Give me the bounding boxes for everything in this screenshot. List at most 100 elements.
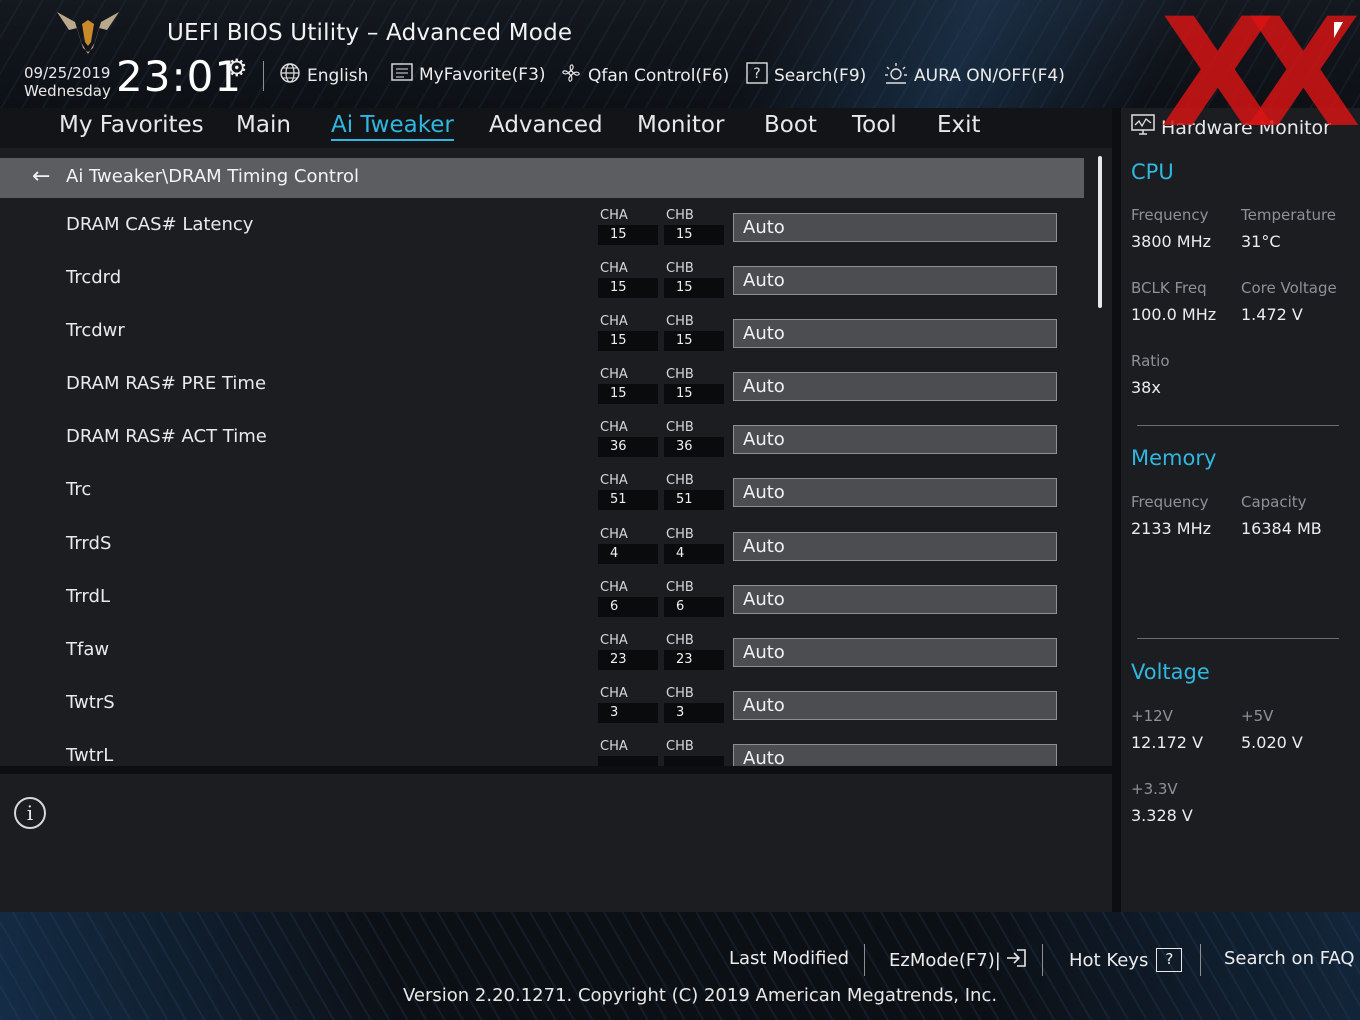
tab-main[interactable]: Main (236, 112, 291, 138)
channel-b-value: 51 (664, 490, 724, 511)
setting-row: TrrdS CHA 4 CHB 4 Auto (0, 519, 1100, 572)
hardware-monitor-panel: Hardware Monitor CPU Frequency Temperatu… (1121, 108, 1360, 912)
setting-value-field[interactable]: Auto (733, 372, 1057, 402)
channel-a-readout: CHA 51 (598, 473, 658, 513)
clock: 23:01 (116, 52, 243, 101)
setting-value-field[interactable]: Auto (733, 531, 1057, 561)
channel-b-readout: CHB 6 (664, 580, 724, 620)
version-text: Version 2.20.1271. Copyright (C) 2019 Am… (403, 985, 998, 1006)
tab-tool[interactable]: Tool (852, 112, 897, 138)
mouse-cursor-icon (1334, 22, 1343, 38)
language-button[interactable]: English (279, 62, 368, 89)
channel-b-value: 15 (664, 384, 724, 405)
channel-a-label: CHA (600, 367, 628, 383)
setting-value-field[interactable]: Auto (733, 637, 1057, 667)
search-faq-label: Search on FAQ (1224, 948, 1355, 969)
v5-label: +5V (1241, 707, 1274, 725)
tab-advanced[interactable]: Advanced (489, 112, 603, 138)
setting-value-field[interactable]: Auto (733, 213, 1057, 242)
myfavorite-button[interactable]: MyFavorite(F3) (391, 62, 546, 87)
search-faq-button[interactable]: Search on FAQ (1224, 948, 1355, 969)
channel-a-value: 51 (598, 490, 658, 511)
v33-value: 3.328 V (1131, 806, 1193, 825)
channel-b-value: 15 (664, 331, 724, 352)
setting-value-field[interactable]: Auto (733, 743, 1057, 766)
setting-label: Tfaw (66, 638, 110, 660)
ezmode-button[interactable]: EzMode(F7)| (889, 948, 1027, 973)
setting-value-field[interactable]: Auto (733, 584, 1057, 614)
channel-a-label: CHA (600, 208, 628, 223)
ratio-value: 38x (1131, 378, 1161, 397)
last-modified-label: Last Modified (729, 948, 850, 969)
setting-value-field[interactable]: Auto (733, 319, 1057, 349)
gear-icon[interactable]: ⚙ (226, 54, 248, 82)
hot-keys-button[interactable]: Hot Keys ? (1069, 948, 1183, 972)
channel-a-readout: CHA (598, 739, 658, 766)
channel-b-readout: CHB 36 (664, 420, 724, 460)
voltage-heading: Voltage (1131, 660, 1210, 684)
channel-b-label: CHB (666, 420, 694, 436)
footer-bar: Last Modified EzMode(F7)| Hot Keys ? Sea… (0, 912, 1360, 1020)
channel-a-label: CHA (600, 579, 628, 595)
setting-label: TwtrS (66, 691, 115, 713)
channel-b-readout: CHB (664, 739, 724, 766)
language-label: English (307, 65, 369, 86)
bclk-label: BCLK Freq (1131, 279, 1207, 297)
svg-text:?: ? (753, 66, 760, 82)
channel-a-value: 36 (598, 437, 658, 458)
header-divider (263, 61, 264, 91)
setting-label: TrrdL (66, 585, 110, 607)
back-arrow-icon[interactable]: ← (32, 164, 50, 189)
setting-value-field[interactable]: Auto (733, 478, 1057, 508)
tab-exit[interactable]: Exit (937, 112, 981, 138)
memory-heading: Memory (1131, 446, 1217, 470)
tab-my-favorites[interactable]: My Favorites (59, 112, 204, 138)
tab-monitor[interactable]: Monitor (637, 112, 724, 138)
setting-label: Trcdrd (66, 267, 122, 289)
tab-boot[interactable]: Boot (764, 112, 817, 138)
v33-label: +3.3V (1131, 780, 1178, 798)
tuf-logo (57, 12, 119, 54)
channel-a-readout: CHA 15 (598, 367, 658, 407)
qfan-control-button[interactable]: Qfan Control(F6) (560, 62, 729, 89)
footer-divider (1042, 944, 1043, 976)
setting-value-field[interactable]: Auto (733, 425, 1057, 455)
channel-a-value: 15 (598, 278, 658, 299)
channel-b-value: 15 (664, 278, 724, 299)
setting-row: DRAM CAS# Latency CHA 15 CHB 15 Auto (0, 200, 1100, 253)
search-button[interactable]: ? Search(F9) (746, 62, 866, 89)
setting-value-field[interactable]: Auto (733, 690, 1057, 720)
core-voltage-value: 1.472 V (1241, 305, 1303, 324)
channel-a-label: CHA (600, 632, 628, 648)
channel-b-value: 23 (664, 649, 724, 670)
channel-a-readout: CHA 15 (598, 261, 658, 301)
channel-b-label: CHB (666, 473, 694, 489)
qfan-label: Qfan Control(F6) (588, 65, 730, 86)
channel-b-readout: CHB 15 (664, 367, 724, 407)
setting-row: DRAM RAS# PRE Time CHA 15 CHB 15 Auto (0, 359, 1100, 412)
channel-a-value (598, 755, 658, 766)
channel-b-value: 3 (664, 702, 724, 723)
channel-a-readout: CHA 15 (598, 208, 658, 248)
channel-a-value: 15 (598, 331, 658, 352)
tab-ai-tweaker[interactable]: Ai Tweaker (331, 112, 454, 141)
channel-a-label: CHA (600, 738, 628, 754)
setting-value-field[interactable]: Auto (733, 266, 1057, 296)
v5-value: 5.020 V (1241, 733, 1303, 752)
cpu-heading: CPU (1131, 160, 1174, 184)
aura-toggle-button[interactable]: AURA ON/OFF(F4) (884, 62, 1065, 89)
channel-b-value: 6 (664, 596, 724, 617)
section-divider (1137, 638, 1339, 639)
favorite-list-icon (391, 62, 413, 87)
channel-a-value: 15 (598, 384, 658, 405)
search-label: Search(F9) (774, 65, 867, 86)
main-nav: My Favorites Main Ai Tweaker Advanced Mo… (0, 108, 1112, 148)
date-display: 09/25/2019 Wednesday (24, 64, 111, 100)
last-modified-button[interactable]: Last Modified (729, 948, 849, 969)
channel-a-label: CHA (600, 314, 628, 330)
search-help-icon: ? (746, 62, 768, 89)
setting-row: DRAM RAS# ACT Time CHA 36 CHB 36 Auto (0, 412, 1100, 465)
exit-arrow-icon (1005, 948, 1027, 973)
fan-icon (560, 62, 582, 89)
setting-label: DRAM RAS# PRE Time (66, 373, 267, 395)
